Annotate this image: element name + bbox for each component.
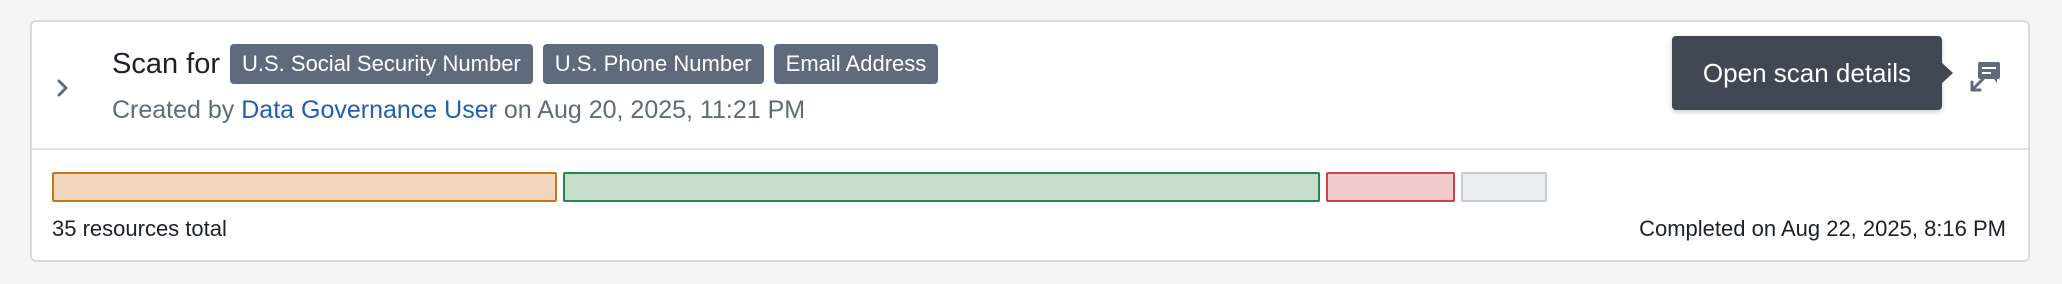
resources-total: 35 resources total <box>52 216 227 241</box>
open-scan-details-button[interactable] <box>1960 50 2012 102</box>
resource-status-bar <box>52 172 2008 202</box>
tag-ssn: U.S. Social Security Number <box>230 44 533 84</box>
scan-header: Scan for U.S. Social Security Number U.S… <box>32 22 2028 150</box>
created-info: Created by Data Governance User on Aug 2… <box>112 96 805 125</box>
tooltip-arrow <box>1941 62 1953 84</box>
scan-title-row: Scan for U.S. Social Security Number U.S… <box>112 42 948 86</box>
tag-email: Email Address <box>773 44 939 84</box>
status-segment-green[interactable] <box>563 172 1320 202</box>
tooltip: Open scan details <box>1672 36 1942 110</box>
status-segment-gray[interactable] <box>1461 172 1547 202</box>
created-by-user-link[interactable]: Data Governance User <box>241 96 497 124</box>
tag-phone: U.S. Phone Number <box>542 44 764 84</box>
status-segment-red[interactable] <box>1326 172 1455 202</box>
expand-button[interactable] <box>46 68 80 108</box>
open-details-icon <box>1970 62 2000 92</box>
chevron-right-icon <box>57 79 68 97</box>
scan-title: Scan for <box>112 47 220 80</box>
created-date: Aug 20, 2025, 11:21 PM <box>537 96 806 124</box>
created-prefix: Created by <box>112 96 235 124</box>
tooltip-text: Open scan details <box>1702 57 1912 88</box>
created-on-prefix: on <box>503 96 532 124</box>
completed-date: Completed on Aug 22, 2025, 8:16 PM <box>1639 216 2006 241</box>
status-segment-orange[interactable] <box>52 172 557 202</box>
scan-card: Scan for U.S. Social Security Number U.S… <box>30 20 2030 262</box>
